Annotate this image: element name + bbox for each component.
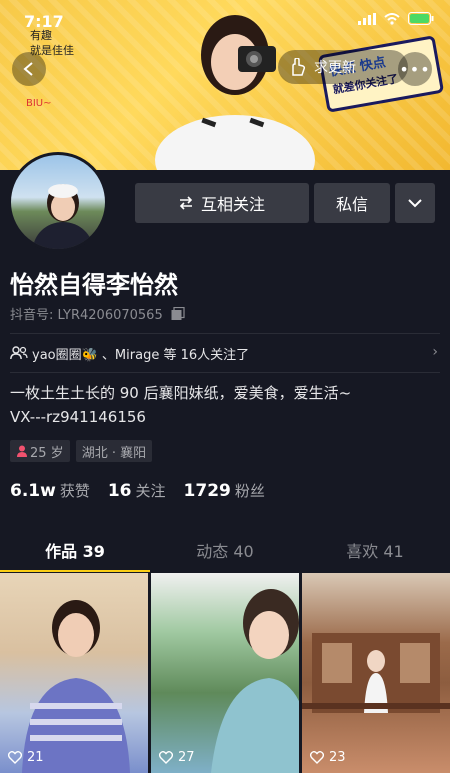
status-bar: 7:17 — [0, 0, 450, 40]
stat-following[interactable]: 16 关注 — [108, 480, 166, 501]
signal-icon — [358, 12, 376, 25]
message-button[interactable]: 私信 — [314, 183, 390, 223]
avatar[interactable] — [8, 152, 108, 252]
stat-label: 粉丝 — [234, 482, 265, 500]
request-update-label: 求更新 — [314, 60, 356, 76]
chevron-down-icon — [408, 199, 422, 208]
video-thumbnail-image — [22, 600, 130, 773]
banner-biu-text: BIU~ — [26, 98, 52, 109]
mutual-followers-row[interactable]: yao圈圈🐝 、Mirage 等 16人关注了 › — [10, 343, 440, 363]
users-icon — [10, 346, 28, 360]
swap-arrows-icon — [179, 196, 193, 210]
profile-tabs: 作品 39 动态 40 喜欢 41 — [0, 528, 450, 572]
douyin-id-row: 抖音号: LYR4206070565 — [10, 304, 185, 323]
stat-number: 6.1w — [10, 481, 56, 501]
profile-stats: 6.1w 获赞 16 关注 1729 粉丝 — [10, 480, 265, 501]
stat-number: 1729 — [183, 481, 231, 501]
status-time: 7:17 — [24, 12, 64, 31]
profile-tags: 25 岁 湖北 · 襄阳 — [10, 440, 153, 462]
recommend-dropdown-button[interactable] — [395, 183, 435, 223]
video-thumbnail-image — [302, 633, 450, 713]
battery-icon — [408, 12, 434, 25]
video-likes-count: 23 — [329, 750, 346, 765]
douyin-id: 抖音号: LYR4206070565 — [10, 308, 163, 323]
video-likes-count: 27 — [178, 750, 195, 765]
video-thumbnail[interactable]: 21 — [0, 573, 148, 773]
status-icons — [358, 12, 434, 25]
video-thumbnail[interactable]: 27 — [151, 573, 299, 773]
avatar-image — [33, 184, 93, 249]
video-likes: 21 — [8, 750, 44, 765]
heart-icon — [8, 751, 22, 764]
heart-icon — [310, 751, 324, 764]
back-button[interactable] — [12, 52, 46, 86]
more-dots-icon: ••• — [399, 59, 431, 79]
stat-fans[interactable]: 1729 粉丝 — [184, 480, 265, 501]
request-update-button[interactable]: 求更新 — [278, 50, 408, 84]
chevron-right-icon: › — [432, 344, 438, 360]
tab-likes[interactable]: 喜欢 41 — [300, 528, 450, 572]
video-grid: 21 27 23 — [0, 573, 450, 773]
video-likes: 23 — [310, 750, 346, 765]
female-icon — [17, 445, 27, 457]
stat-number: 16 — [107, 481, 132, 501]
video-thumbnail[interactable]: 23 — [302, 573, 450, 773]
divider — [10, 333, 440, 334]
tab-works[interactable]: 作品 39 — [0, 528, 150, 572]
wifi-icon — [384, 12, 400, 25]
copy-icon[interactable] — [171, 306, 185, 321]
video-likes: 27 — [159, 750, 195, 765]
message-label: 私信 — [335, 195, 368, 214]
mutual-follow-label: 互相关注 — [200, 195, 265, 214]
stat-label: 获赞 — [59, 482, 90, 500]
video-thumbnail-image — [211, 589, 299, 773]
mutual-follow-button[interactable]: 互相关注 — [135, 183, 309, 223]
age-tag: 25 岁 — [10, 440, 70, 462]
hand-pointer-icon — [292, 58, 306, 76]
stat-label: 关注 — [135, 482, 166, 500]
more-options-button[interactable]: ••• — [398, 52, 432, 86]
bio-line: 一枚土生土长的 90 后襄阳妹纸，爱美食，爱生活~ — [10, 384, 352, 402]
chevron-left-icon — [23, 62, 33, 76]
location-tag: 湖北 · 襄阳 — [75, 440, 153, 462]
divider — [10, 372, 440, 373]
video-likes-count: 21 — [27, 750, 44, 765]
bio-line: VX---rz941146156 — [10, 408, 146, 426]
profile-name: 怡然自得李怡然 — [10, 271, 178, 299]
bio: 一枚土生土长的 90 后襄阳妹纸，爱美食，爱生活~ VX---rz9411461… — [10, 381, 351, 429]
stat-likes: 6.1w 获赞 — [10, 480, 90, 501]
mutual-followers-text: yao圈圈🐝 、Mirage 等 16人关注了 — [32, 347, 250, 363]
heart-icon — [159, 751, 173, 764]
location-text: 湖北 · 襄阳 — [81, 445, 147, 461]
age-text: 25 岁 — [30, 445, 64, 461]
tab-moments[interactable]: 动态 40 — [150, 528, 300, 572]
